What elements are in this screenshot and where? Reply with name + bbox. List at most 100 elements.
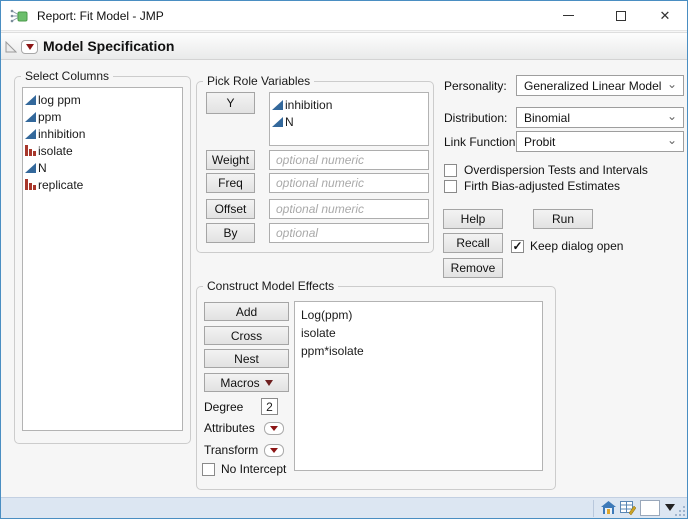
chevron-down-icon: ⌄ (666, 133, 677, 147)
continuous-icon (272, 116, 283, 127)
minimize-icon (562, 15, 574, 16)
macros-button-label: Macros (220, 375, 260, 390)
resize-grip[interactable] (673, 504, 685, 516)
red-triangle-icon (270, 448, 278, 453)
personality-label: Personality: (444, 79, 507, 93)
remove-button-label: Remove (450, 261, 496, 275)
run-button[interactable]: Run (533, 209, 593, 229)
continuous-icon (25, 128, 36, 139)
link-function-dropdown[interactable]: Probit ⌄ (516, 131, 684, 152)
no-intercept-label: No Intercept (221, 462, 287, 476)
placeholder-text: optional numeric (276, 202, 365, 216)
list-item[interactable]: N (272, 113, 426, 130)
personality-dropdown[interactable]: Generalized Linear Model ⌄ (516, 75, 684, 96)
cross-effect-button[interactable]: Cross (204, 326, 289, 345)
by-role-button-label: By (223, 226, 238, 240)
statusbar-separator (593, 500, 594, 517)
effect-item[interactable]: Log(ppm) (301, 306, 536, 324)
nominal-icon (25, 145, 36, 156)
status-bar (1, 497, 687, 518)
effect-item[interactable]: isolate (301, 324, 536, 342)
check-icon: ✓ (512, 238, 523, 253)
list-item[interactable]: inhibition (272, 96, 426, 113)
y-role-button[interactable]: Y (206, 92, 255, 114)
title-bar[interactable]: Report: Fit Model - JMP ✕ (1, 1, 687, 31)
select-columns-list[interactable]: log ppm ppm inhibition isolate N replica… (22, 87, 183, 431)
by-role-button[interactable]: By (206, 223, 255, 243)
weight-role-button[interactable]: Weight (206, 150, 255, 170)
nest-effect-button[interactable]: Nest (204, 349, 289, 368)
select-columns-title: Select Columns (21, 69, 114, 83)
list-item[interactable]: inhibition (25, 125, 180, 142)
firth-label: Firth Bias-adjusted Estimates (464, 179, 621, 193)
macros-menu-button[interactable]: Macros (204, 373, 289, 392)
placeholder-text: optional (276, 226, 319, 240)
distribution-dropdown[interactable]: Binomial ⌄ (516, 107, 684, 128)
construct-model-effects-title: Construct Model Effects (203, 279, 339, 293)
red-triangle-icon (25, 44, 34, 50)
pick-role-variables-title: Pick Role Variables (203, 74, 315, 88)
minimize-button[interactable] (545, 1, 591, 30)
column-label: inhibition (285, 97, 333, 112)
close-button[interactable]: ✕ (642, 1, 687, 30)
placeholder-text: optional numeric (276, 176, 365, 190)
transform-menu-button[interactable] (264, 444, 284, 457)
chevron-down-icon: ⌄ (666, 77, 677, 91)
degree-field[interactable]: 2 (261, 398, 278, 415)
y-role-button-label: Y (226, 96, 235, 110)
recall-button[interactable]: Recall (443, 233, 503, 253)
home-icon[interactable] (601, 501, 616, 515)
freq-role-button-label: Freq (218, 176, 243, 190)
add-button-label: Add (235, 304, 258, 319)
effect-label: isolate (301, 326, 336, 340)
list-item[interactable]: isolate (25, 142, 180, 159)
list-item[interactable]: ppm (25, 108, 180, 125)
macros-caret-icon (264, 379, 273, 386)
red-triangle-menu-button[interactable] (21, 40, 38, 54)
freq-role-button[interactable]: Freq (206, 173, 255, 193)
maximize-button[interactable] (598, 1, 644, 30)
window-title: Report: Fit Model - JMP (37, 9, 164, 23)
run-button-label: Run (551, 212, 574, 226)
help-button-label: Help (460, 212, 486, 226)
no-intercept-checkbox[interactable]: ✓ (202, 463, 215, 476)
list-item[interactable]: log ppm (25, 91, 180, 108)
overdispersion-checkbox[interactable]: ✓ (444, 164, 457, 177)
column-label: ppm (38, 109, 62, 124)
red-triangle-icon (270, 426, 278, 431)
firth-checkbox[interactable]: ✓ (444, 180, 457, 193)
remove-button[interactable]: Remove (443, 258, 503, 278)
effect-item[interactable]: ppm*isolate (301, 342, 536, 360)
effect-label: ppm*isolate (301, 344, 364, 358)
degree-label: Degree (204, 400, 244, 414)
add-effect-button[interactable]: Add (204, 302, 289, 321)
offset-role-button-label: Offset (214, 202, 247, 216)
fit-model-window: Report: Fit Model - JMP ✕ Model Specific… (0, 0, 688, 519)
outline-collapse-icon[interactable] (5, 41, 17, 53)
link-function-label: Link Function (444, 135, 516, 149)
help-button[interactable]: Help (443, 209, 503, 229)
by-role-field[interactable]: optional (269, 223, 429, 243)
keep-dialog-open-label: Keep dialog open (530, 239, 624, 253)
offset-role-field[interactable]: optional numeric (269, 199, 429, 219)
attributes-menu-button[interactable] (264, 422, 284, 435)
y-role-list[interactable]: inhibition N (269, 92, 429, 146)
zoom-select-box[interactable] (640, 500, 660, 516)
distribution-value: Binomial (524, 110, 571, 125)
weight-role-field[interactable]: optional numeric (269, 150, 429, 170)
list-item[interactable]: replicate (25, 176, 180, 193)
list-item[interactable]: N (25, 159, 180, 176)
data-table-icon[interactable] (620, 501, 636, 515)
distribution-label: Distribution: (444, 111, 508, 125)
close-icon: ✕ (659, 7, 671, 23)
column-label: N (38, 160, 47, 175)
overdispersion-label: Overdispersion Tests and Intervals (464, 163, 648, 177)
offset-role-button[interactable]: Offset (206, 199, 255, 219)
link-function-value: Probit (524, 134, 556, 149)
placeholder-text: optional numeric (276, 153, 365, 167)
chevron-down-icon: ⌄ (666, 109, 677, 123)
keep-dialog-open-checkbox[interactable]: ✓ (511, 240, 524, 253)
model-effects-list[interactable]: Log(ppm) isolate ppm*isolate (294, 301, 543, 471)
freq-role-field[interactable]: optional numeric (269, 173, 429, 193)
transform-label: Transform (204, 443, 259, 457)
